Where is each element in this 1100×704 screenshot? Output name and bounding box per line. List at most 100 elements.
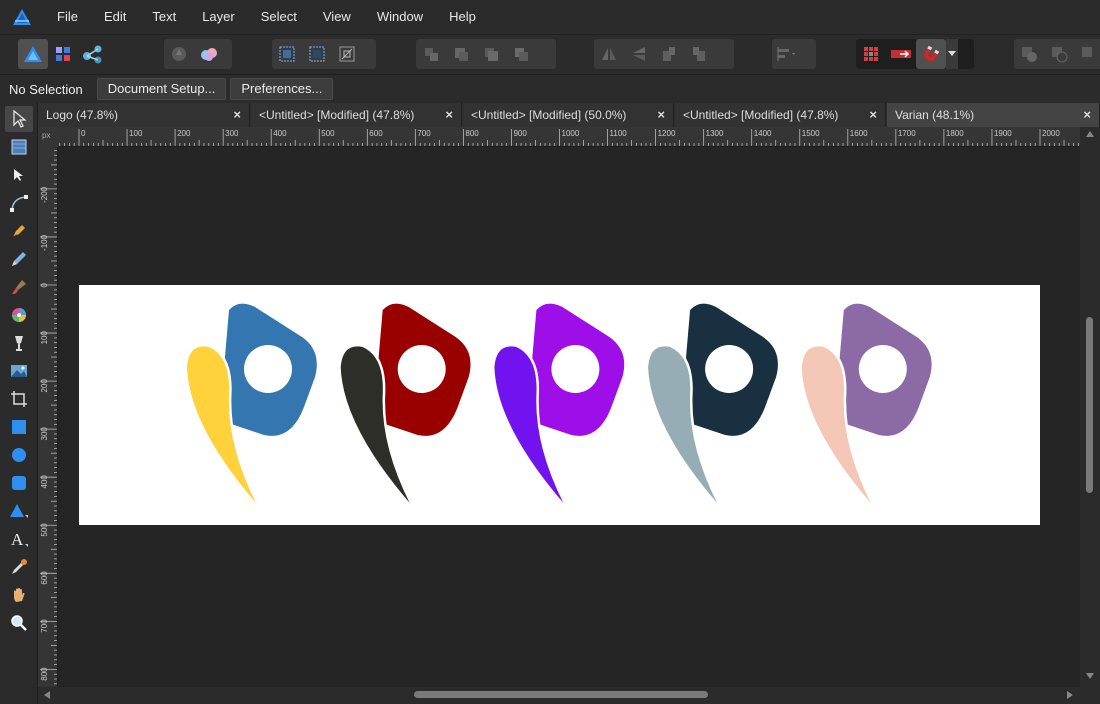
ruler-unit[interactable]: px [38, 127, 58, 147]
artboard[interactable] [79, 285, 1040, 525]
ellipse-tool-icon[interactable] [5, 442, 33, 468]
export-persona-icon[interactable] [78, 39, 108, 69]
close-icon[interactable]: × [869, 103, 877, 127]
tab-logo[interactable]: Logo (47.8%) × [38, 103, 250, 127]
pen-tool-icon[interactable] [5, 218, 33, 244]
artboard-tool-icon[interactable] [5, 134, 33, 160]
snapping-dropdown-chevron-down-icon[interactable] [946, 39, 958, 69]
text-tool-icon[interactable]: A [5, 526, 33, 552]
hand-tool-icon[interactable] [5, 582, 33, 608]
ruler-label: 300 [40, 427, 49, 441]
rotate-left-icon[interactable] [654, 39, 684, 69]
align-icon[interactable] [772, 39, 802, 69]
ruler-label: 1300 [706, 129, 724, 138]
pixel-persona-icon[interactable] [48, 39, 78, 69]
logo-eye-hole [858, 345, 907, 393]
fill-tool-icon[interactable] [5, 302, 33, 328]
menu-edit[interactable]: Edit [91, 0, 139, 34]
tab-untitled-1[interactable]: <Untitled> [Modified] (47.8%) × [251, 103, 462, 127]
document-setup-button[interactable]: Document Setup... [96, 78, 227, 100]
tab-label: <Untitled> [Modified] (47.8%) [259, 108, 415, 122]
insert-group [164, 39, 232, 69]
snapping-settings-icon[interactable] [194, 39, 224, 69]
subtract-icon[interactable] [1044, 39, 1074, 69]
flip-horizontal-icon[interactable] [594, 39, 624, 69]
menu-view[interactable]: View [310, 0, 364, 34]
tab-label: Varian (48.1%) [895, 108, 975, 122]
tab-untitled-3[interactable]: <Untitled> [Modified] (47.8%) × [675, 103, 886, 127]
close-icon[interactable]: × [233, 103, 241, 127]
transform-icon[interactable] [332, 39, 362, 69]
triangle-tool-icon[interactable] [5, 498, 33, 524]
scroll-up-icon[interactable] [1086, 131, 1094, 137]
select-all-icon[interactable] [272, 39, 302, 69]
logo-variant[interactable] [338, 303, 471, 505]
ruler-label: 1100 [610, 129, 628, 138]
menu-layer[interactable]: Layer [189, 0, 248, 34]
insert-front-icon[interactable] [164, 39, 194, 69]
ruler-label: 100 [40, 331, 49, 345]
menu-window[interactable]: Window [364, 0, 436, 34]
intersect-icon[interactable] [1074, 39, 1100, 69]
ruler-label: 700 [417, 129, 431, 138]
scroll-left-icon[interactable] [44, 691, 50, 699]
scroll-down-icon[interactable] [1086, 673, 1094, 679]
close-icon[interactable]: × [1083, 103, 1091, 127]
scroll-right-icon[interactable] [1067, 691, 1073, 699]
ruler-label: 400 [40, 475, 49, 489]
ruler-label: 800 [40, 667, 49, 681]
close-icon[interactable]: × [657, 103, 665, 127]
document-tabs: Logo (47.8%) × <Untitled> [Modified] (47… [38, 103, 1100, 127]
select-none-icon[interactable] [302, 39, 332, 69]
ruler-label: 1800 [946, 129, 964, 138]
tab-varian[interactable]: Varian (48.1%) × [887, 103, 1100, 127]
ruler-label: 800 [465, 129, 479, 138]
ruler-label: 1600 [850, 129, 868, 138]
designer-persona-icon[interactable] [18, 39, 48, 69]
order-front-icon[interactable] [506, 39, 536, 69]
place-image-tool-icon[interactable] [5, 358, 33, 384]
vertical-ruler[interactable]: -200 -100 0 100 200 300 400 500 600 700 800 [38, 147, 58, 687]
logo-variant[interactable] [184, 303, 317, 505]
color-picker-tool-icon[interactable] [5, 554, 33, 580]
grid-icon[interactable] [856, 39, 886, 69]
selection-status: No Selection [9, 81, 83, 97]
tab-untitled-2[interactable]: <Untitled> [Modified] (50.0%) × [463, 103, 674, 127]
zoom-tool-icon[interactable] [5, 610, 33, 636]
logo-variant[interactable] [491, 303, 625, 505]
flip-vertical-icon[interactable] [624, 39, 654, 69]
pencil-tool-icon[interactable] [5, 246, 33, 272]
preferences-button[interactable]: Preferences... [230, 78, 334, 100]
rectangle-tool-icon[interactable] [5, 414, 33, 440]
menu-help[interactable]: Help [436, 0, 489, 34]
menu-file[interactable]: File [44, 0, 91, 34]
crop-tool-icon[interactable] [5, 386, 33, 412]
node-tool-icon[interactable] [5, 162, 33, 188]
menu-select[interactable]: Select [248, 0, 310, 34]
tab-label: Logo (47.8%) [46, 108, 119, 122]
logo-variant[interactable] [645, 303, 778, 505]
transparency-tool-icon[interactable] [5, 330, 33, 356]
canvas[interactable] [58, 147, 1080, 687]
add-icon[interactable] [1014, 39, 1044, 69]
order-forward-icon[interactable] [476, 39, 506, 69]
brush-tool-icon[interactable] [5, 274, 33, 300]
corner-tool-icon[interactable] [5, 190, 33, 216]
horizontal-ruler[interactable]: 0 100 200 300 400 500 600 700 800 900 1000 1100 1200… [58, 127, 1080, 147]
affinity-designer-logo-icon[interactable] [0, 0, 44, 34]
close-icon[interactable]: × [445, 103, 453, 127]
snap-magnet-icon[interactable] [916, 39, 946, 69]
menu-text[interactable]: Text [139, 0, 189, 34]
vertical-scrollbar-thumb[interactable] [1086, 317, 1093, 493]
order-backward-icon[interactable] [446, 39, 476, 69]
logo-variant[interactable] [799, 303, 932, 505]
boolean-icon[interactable] [886, 39, 916, 69]
horizontal-scrollbar[interactable] [38, 687, 1100, 704]
move-tool-icon[interactable] [5, 106, 33, 132]
rotate-right-icon[interactable] [684, 39, 714, 69]
order-back-icon[interactable] [416, 39, 446, 69]
horizontal-scrollbar-thumb[interactable] [414, 691, 708, 698]
rounded-rectangle-tool-icon[interactable] [5, 470, 33, 496]
vertical-scrollbar[interactable] [1080, 127, 1100, 687]
selection-group [272, 39, 376, 69]
